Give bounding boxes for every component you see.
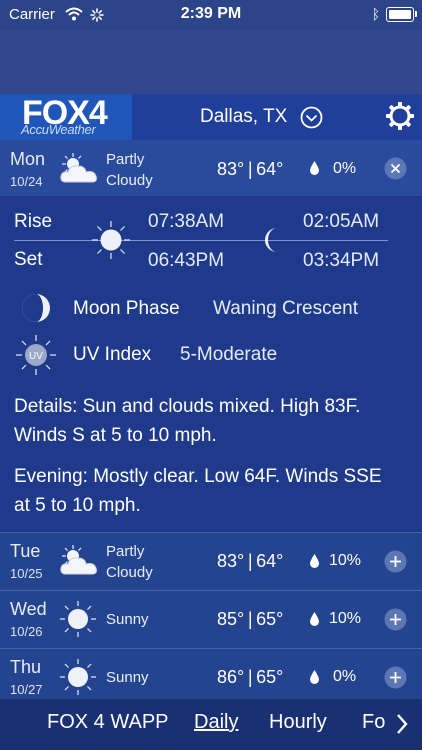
forecast-condition-line2: Cloudy bbox=[106, 564, 153, 581]
raindrop-icon bbox=[310, 612, 319, 626]
today-day-name: Mon bbox=[10, 149, 46, 169]
set-label: Set bbox=[14, 249, 43, 270]
sunset-time: 06:43PM bbox=[148, 250, 225, 271]
rise-label: Rise bbox=[14, 211, 53, 232]
raindrop-icon bbox=[310, 161, 319, 175]
forecast-date: 10/27 bbox=[10, 682, 43, 697]
forecast-condition-line1: Sunny bbox=[106, 611, 149, 628]
today-temps: 83° | 64° bbox=[217, 159, 284, 179]
fox4-accuweather-logo: FOX4 AccuWeather bbox=[0, 94, 132, 140]
expand-plus-icon[interactable] bbox=[383, 607, 408, 632]
moonset-time: 03:34PM bbox=[303, 250, 380, 271]
forecast-condition-line1: Sunny bbox=[106, 669, 149, 686]
evening-text: Evening: Mostly clear. Low 64F. Winds SS… bbox=[14, 466, 382, 516]
forecast-condition-line1: Partly bbox=[106, 543, 145, 560]
forecast-date: 10/25 bbox=[10, 566, 43, 581]
today-date: 10/24 bbox=[10, 174, 43, 189]
forecast-precip: 10% bbox=[329, 610, 362, 627]
forecast-day-name: Wed bbox=[10, 599, 47, 619]
forecast-temps: 85° | 65° bbox=[217, 609, 284, 629]
forecast-precip: 10% bbox=[329, 552, 362, 569]
nav-item-hourly[interactable]: Hourly bbox=[269, 711, 327, 734]
expand-plus-icon[interactable] bbox=[383, 549, 408, 574]
uv-index-label: UV Index bbox=[73, 344, 152, 365]
nav-item-fox4-wapp[interactable]: FOX 4 WAPP bbox=[47, 711, 169, 734]
status-bar: Carrier 2:39 PM ᛒ bbox=[0, 0, 422, 30]
bluetooth-icon: ᛒ bbox=[371, 6, 380, 22]
sun-icon bbox=[92, 221, 130, 259]
today-condition-line2: Cloudy bbox=[106, 172, 153, 189]
horizon-line bbox=[14, 240, 388, 241]
nav-item-clip: Fo bbox=[362, 699, 387, 750]
today-condition-line1: Partly bbox=[106, 151, 145, 168]
ad-banner-area bbox=[0, 30, 422, 94]
forecast-day-name: Thu bbox=[10, 657, 42, 677]
nav-item-daily[interactable]: Daily bbox=[194, 711, 238, 734]
uv-index-value: 5-Moderate bbox=[180, 344, 278, 365]
forecast-date: 10/26 bbox=[10, 624, 43, 639]
moon-phase-icon bbox=[22, 294, 50, 322]
location-label[interactable]: Dallas, TX bbox=[200, 106, 287, 128]
clock-time: 2:39 PM bbox=[180, 5, 242, 22]
raindrop-icon bbox=[310, 554, 319, 568]
collapse-close-icon[interactable] bbox=[383, 156, 408, 181]
settings-gear-icon[interactable] bbox=[385, 101, 415, 131]
partly-cloudy-icon bbox=[60, 153, 97, 183]
nav-item-forecast[interactable]: Fo bbox=[362, 711, 385, 734]
forecast-temps: 83° | 64° bbox=[217, 551, 284, 571]
battery-tip bbox=[415, 11, 417, 17]
forecast-precip: 0% bbox=[333, 668, 357, 685]
location-dropdown-icon[interactable] bbox=[300, 106, 323, 129]
moonrise-time: 02:05AM bbox=[303, 211, 380, 232]
logo-sub-text: AccuWeather bbox=[21, 122, 96, 137]
battery-icon bbox=[386, 7, 414, 22]
details-text: Details: Sun and clouds mixed. High 83F.… bbox=[14, 396, 361, 446]
forecast-temps: 86° | 65° bbox=[217, 667, 284, 687]
sun-icon bbox=[60, 601, 96, 637]
chevron-right-icon[interactable] bbox=[395, 713, 409, 735]
partly-cloudy-icon bbox=[60, 545, 97, 575]
uv-index-icon: UV bbox=[16, 335, 56, 375]
expand-plus-icon[interactable] bbox=[383, 665, 408, 690]
moon-icon bbox=[265, 228, 277, 252]
raindrop-icon bbox=[310, 670, 319, 684]
sun-icon bbox=[60, 659, 96, 695]
uv-icon-text: UV bbox=[29, 351, 43, 362]
moon-phase-value: Waning Crescent bbox=[213, 298, 359, 319]
forecast-day-name: Tue bbox=[10, 541, 41, 561]
today-precip: 0% bbox=[333, 160, 357, 177]
sunrise-time: 07:38AM bbox=[148, 211, 225, 232]
moon-phase-label: Moon Phase bbox=[73, 298, 180, 319]
